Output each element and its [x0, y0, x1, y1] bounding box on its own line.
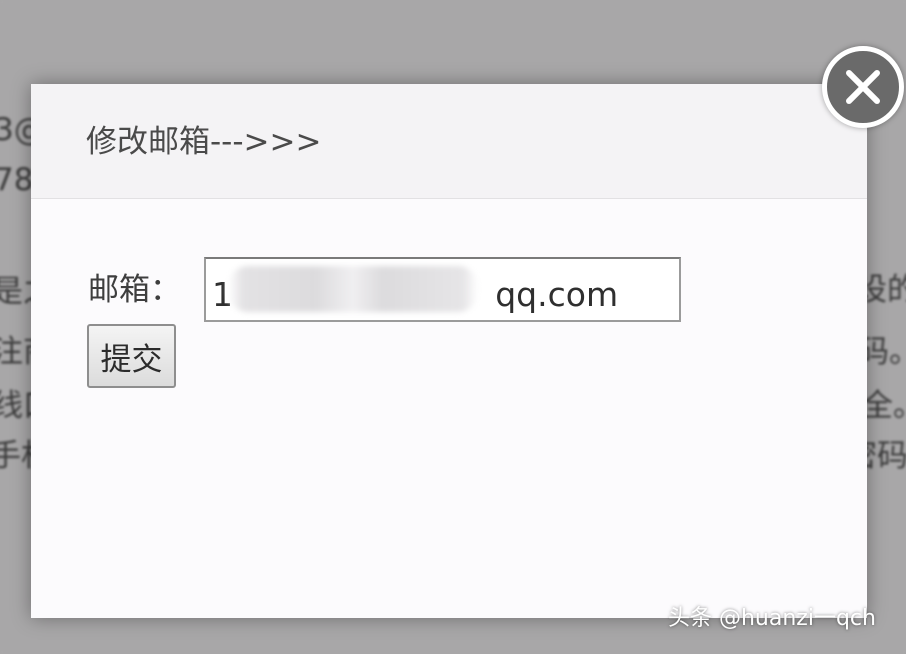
- dialog-header: 修改邮箱--->>>: [31, 84, 867, 199]
- watermark: 头条 @huanzi一qch: [668, 606, 876, 631]
- submit-button[interactable]: 提交: [87, 324, 176, 388]
- close-x-icon: [846, 70, 880, 104]
- email-label: 邮箱：: [88, 272, 181, 308]
- background-text: 全。: [862, 388, 906, 424]
- redaction-blur: [228, 266, 478, 312]
- background-text: 78: [0, 162, 34, 198]
- close-button[interactable]: [822, 46, 904, 128]
- dialog-title: 修改邮箱--->>>: [86, 124, 322, 160]
